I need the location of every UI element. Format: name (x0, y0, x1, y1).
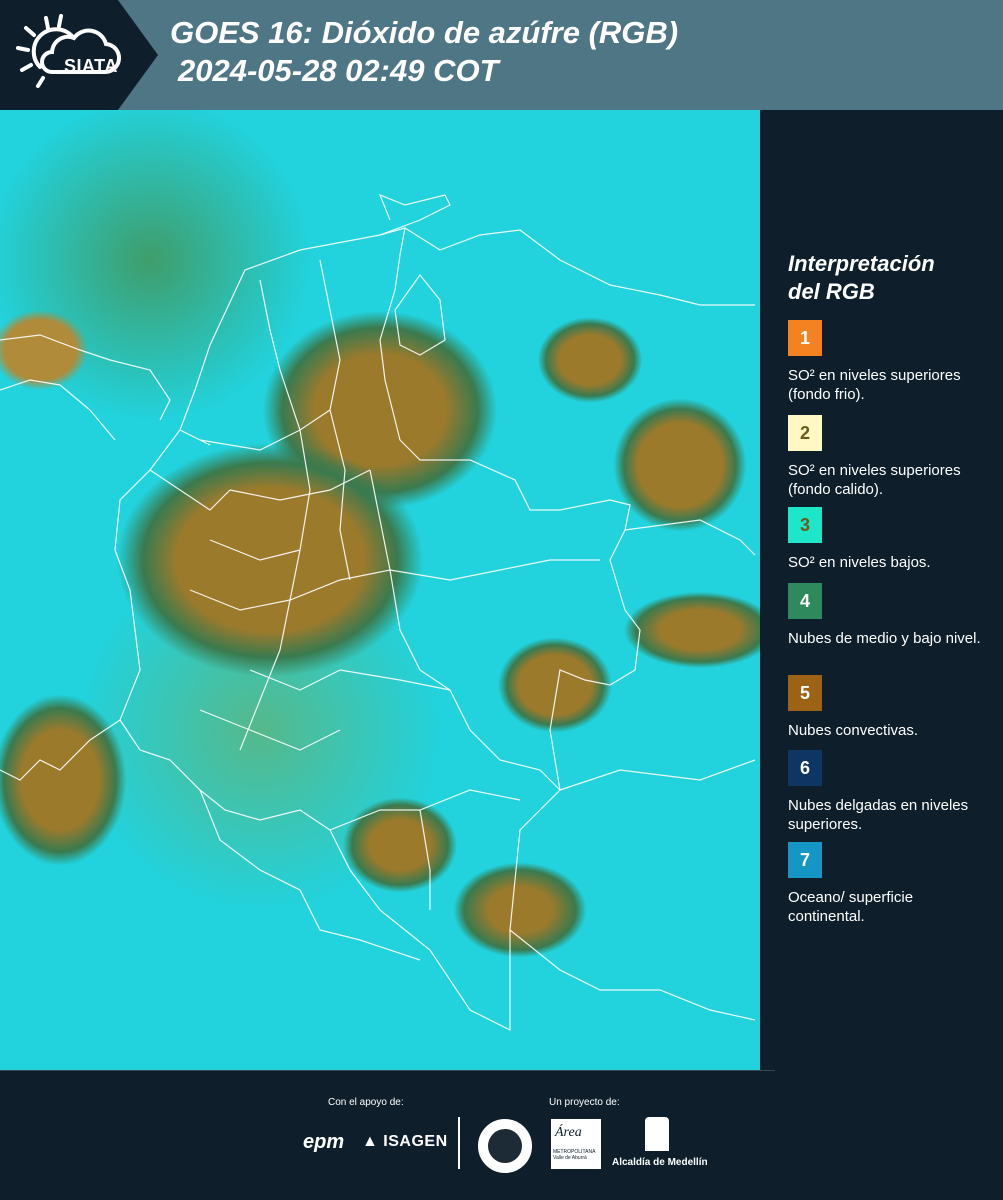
legend-label-5: Nubes convectivas. (788, 722, 919, 739)
legend-label-3: SO² en niveles bajos. (788, 554, 931, 571)
legend-label-7: Oceano/ superficie continental. (788, 889, 914, 925)
legend-swatch-4: 4 (788, 583, 822, 619)
boundary-lines (0, 193, 756, 1031)
legend-item-1: 1 SO² en niveles superiores (fondo frio)… (788, 320, 988, 404)
legend-item-5: 5 Nubes convectivas. (788, 675, 988, 740)
logo-text: SIATA (64, 56, 118, 76)
header: SIATA GOES 16: Dióxido de azúfre (RGB) 2… (0, 0, 1003, 110)
isagen-mark-icon: ▲ (362, 1133, 379, 1150)
satellite-map (0, 110, 760, 1070)
legend-swatch-5: 5 (788, 675, 822, 711)
legend-swatch-6: 6 (788, 750, 822, 786)
sun-cloud-icon (16, 14, 122, 88)
page-title: GOES 16: Dióxido de azúfre (RGB) 2024-05… (170, 14, 678, 90)
legend-item-7: 7 Oceano/ superficie continental. (788, 842, 988, 926)
legend-title: Interpretación del RGB (788, 250, 988, 306)
siata-logo: SIATA (14, 12, 126, 96)
area-logo-text: Área (555, 1125, 582, 1140)
legend-title-line1: Interpretación (788, 251, 935, 276)
legend-item-6: 6 Nubes delgadas en niveles superiores. (788, 750, 988, 834)
legend-swatch-7: 7 (788, 842, 822, 878)
seal-center (488, 1129, 522, 1163)
footer-divider (458, 1117, 460, 1169)
legend-label-2: SO² en niveles superiores (fondo calido)… (788, 462, 961, 498)
support-label: Con el apoyo de: (328, 1097, 404, 1108)
area-logo-subtext: METROPOLITANA Valle de Aburrá (553, 1149, 596, 1161)
legend-item-2: 2 SO² en niveles superiores (fondo calid… (788, 415, 988, 499)
legend-swatch-1: 1 (788, 320, 822, 356)
isagen-text: ISAGEN (383, 1133, 448, 1150)
rgb-legend: Interpretación del RGB 1 SO² en niveles … (788, 250, 988, 925)
medellin-seal-icon (478, 1119, 532, 1173)
legend-label-4: Nubes de medio y bajo nivel. (788, 630, 981, 647)
legend-label-6: Nubes delgadas en niveles superiores. (788, 797, 969, 833)
legend-title-line2: del RGB (788, 279, 875, 304)
project-label: Un proyecto de: (549, 1097, 620, 1108)
area-metropolitana-logo: Área METROPOLITANA Valle de Aburrá (551, 1119, 601, 1169)
legend-label-1: SO² en niveles superiores (fondo frio). (788, 367, 961, 403)
isagen-logo: ▲ ISAGEN (362, 1133, 448, 1151)
legend-item-4: 4 Nubes de medio y bajo nivel. (788, 583, 988, 648)
footer: Con el apoyo de: Un proyecto de: epm ▲ I… (0, 1071, 1003, 1200)
alcaldia-shield-icon (645, 1117, 669, 1151)
alcaldia-logo-text: Alcaldía de Medellín (612, 1157, 708, 1168)
legend-swatch-2: 2 (788, 415, 822, 451)
legend-swatch-3: 3 (788, 507, 822, 543)
title-product: GOES 16: Dióxido de azúfre (RGB) (170, 15, 679, 50)
legend-item-3: 3 SO² en niveles bajos. (788, 507, 988, 572)
epm-logo: epm (303, 1131, 345, 1153)
title-timestamp: 2024-05-28 02:49 COT (178, 53, 499, 88)
